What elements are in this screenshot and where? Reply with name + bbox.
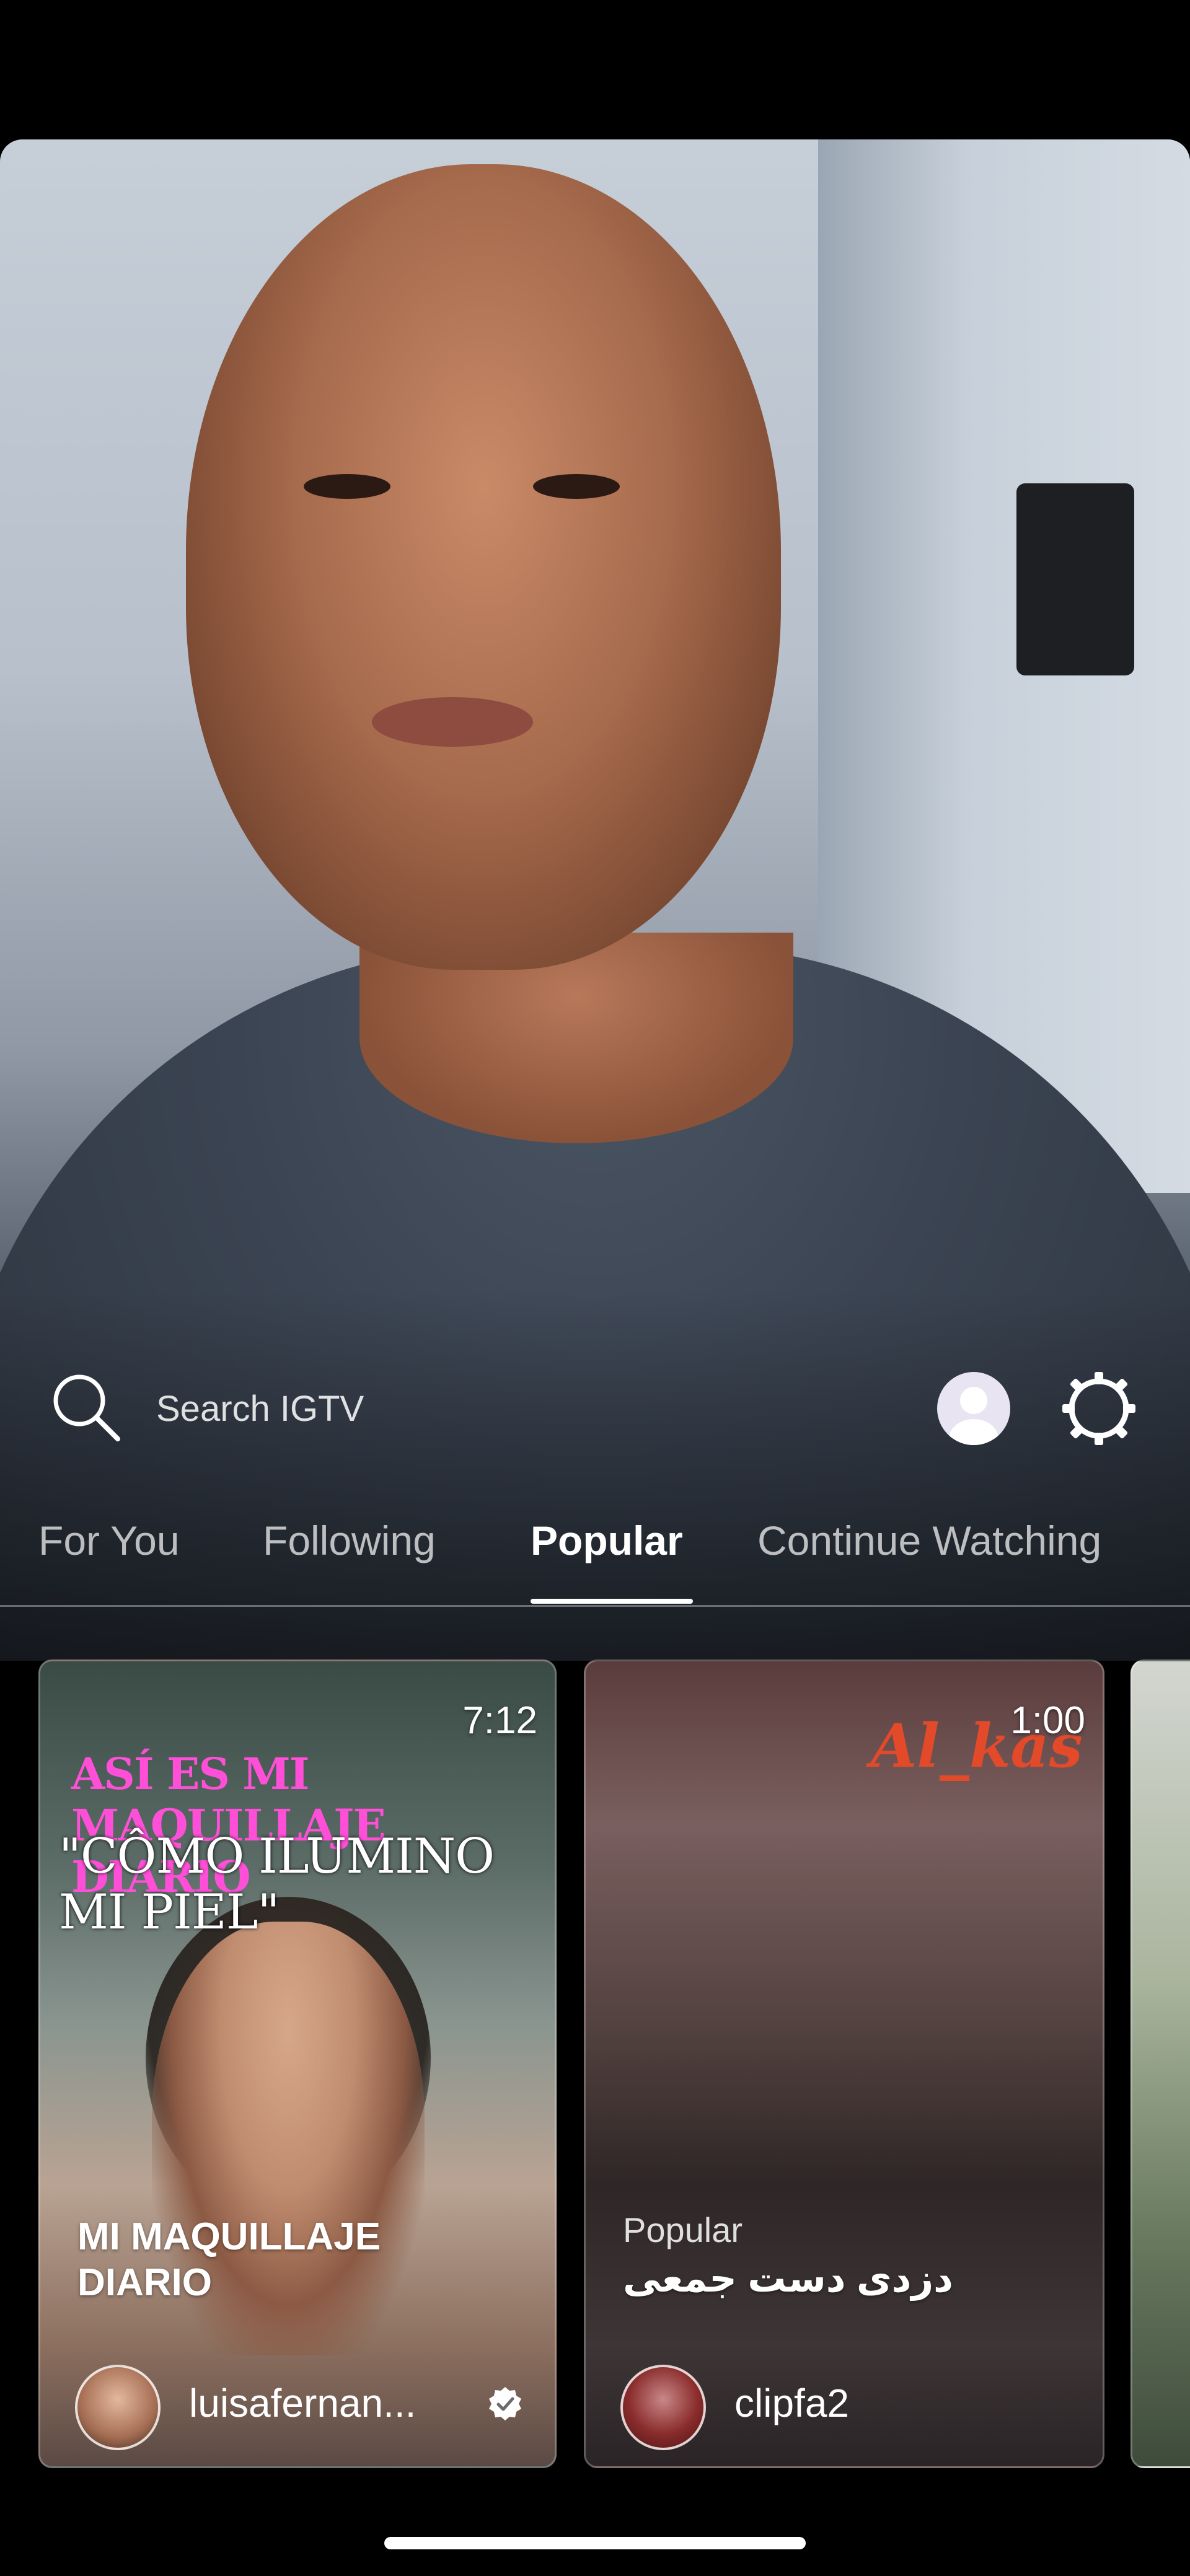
profile-avatar[interactable] [937, 1372, 1010, 1445]
creator-handle[interactable]: luisafernan... [189, 2380, 416, 2426]
video-background-object [1016, 483, 1134, 675]
creator-avatar[interactable] [75, 2365, 161, 2450]
video-card[interactable]: ASÍ ES MI MAQUILLAJE DIARIO "CÔMO ILUMIN… [38, 1659, 557, 2468]
video-person-eye [533, 474, 620, 499]
home-indicator[interactable] [384, 2537, 806, 2549]
video-card[interactable]: Al_kas 1:00 Popular دزدی دست جمعی clipfa… [584, 1659, 1104, 2468]
search-input-placeholder[interactable]: Search IGTV [156, 1388, 364, 1430]
tabs-divider [0, 1605, 1190, 1607]
video-title: MI MAQUILLAJE DIARIO [77, 2215, 381, 2305]
verified-badge-icon [489, 2387, 521, 2420]
video-title: دزدی دست جمعی [623, 2257, 953, 2300]
video-person-head [186, 164, 781, 970]
tab-continue-watching[interactable]: Continue Watching [757, 1517, 1101, 1564]
video-category-label: Popular [623, 2210, 743, 2249]
profile-silhouette-icon [949, 1387, 998, 1445]
tab-popular[interactable]: Popular [531, 1517, 683, 1564]
card-overlay-subtitle: "CÔMO ILUMINO MI PIEL" [59, 1829, 495, 1940]
tab-following[interactable]: Following [263, 1517, 436, 1564]
search-icon[interactable] [48, 1369, 123, 1444]
settings-gear-icon[interactable] [1059, 1368, 1139, 1449]
video-person-mouth [372, 697, 533, 747]
creator-avatar[interactable] [620, 2365, 706, 2450]
video-card-partial[interactable] [1130, 1659, 1190, 2468]
video-duration: 1:00 [1010, 1699, 1085, 1742]
video-person-eye [304, 474, 390, 499]
video-duration: 7:12 [462, 1699, 537, 1742]
creator-handle[interactable]: clipfa2 [734, 2380, 849, 2426]
igtv-screen: Search IGTV For You Following Popular Co… [0, 0, 1190, 2576]
active-tab-indicator [531, 1599, 693, 1604]
tab-for-you[interactable]: For You [38, 1517, 180, 1564]
